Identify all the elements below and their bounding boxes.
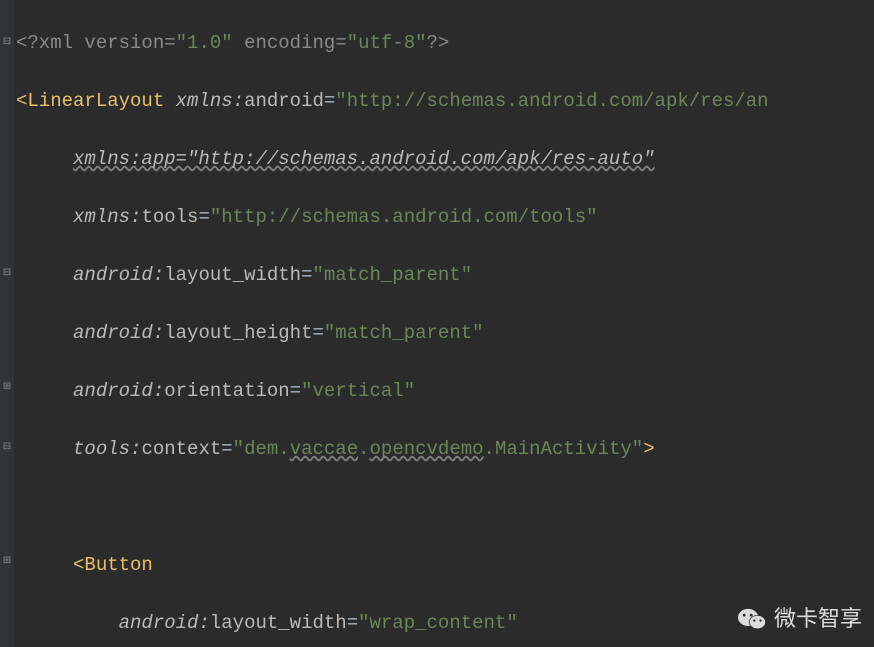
gutter: ⊟ ⊟ ⊞ ⊟ ⊞ xyxy=(0,0,14,647)
fold-icon[interactable]: ⊟ xyxy=(2,38,12,48)
code-line: tools:context="dem.vaccae.opencvdemo.Mai… xyxy=(16,435,874,464)
fold-icon[interactable]: ⊟ xyxy=(2,443,12,453)
code-line: <Button xyxy=(16,551,874,580)
code-editor[interactable]: ⊟ ⊟ ⊞ ⊟ ⊞ <?xml version="1.0" encoding="… xyxy=(0,0,874,647)
fold-icon[interactable]: ⊞ xyxy=(2,383,12,393)
code-line: android:orientation="vertical" xyxy=(16,377,874,406)
code-line: android:layout_width="match_parent" xyxy=(16,261,874,290)
code-line: <LinearLayout xmlns:android="http://sche… xyxy=(16,87,874,116)
code-line: xmlns:app="http://schemas.android.com/ap… xyxy=(16,145,874,174)
code-area[interactable]: <?xml version="1.0" encoding="utf-8"?> <… xyxy=(14,0,874,647)
code-line: android:layout_width="wrap_content" xyxy=(16,609,874,638)
fold-icon[interactable]: ⊞ xyxy=(2,557,12,567)
code-line: android:layout_height="match_parent" xyxy=(16,319,874,348)
code-line: xmlns:tools="http://schemas.android.com/… xyxy=(16,203,874,232)
blank-line xyxy=(16,493,874,522)
fold-icon[interactable]: ⊟ xyxy=(2,269,12,279)
code-line: <?xml version="1.0" encoding="utf-8"?> xyxy=(16,29,874,58)
